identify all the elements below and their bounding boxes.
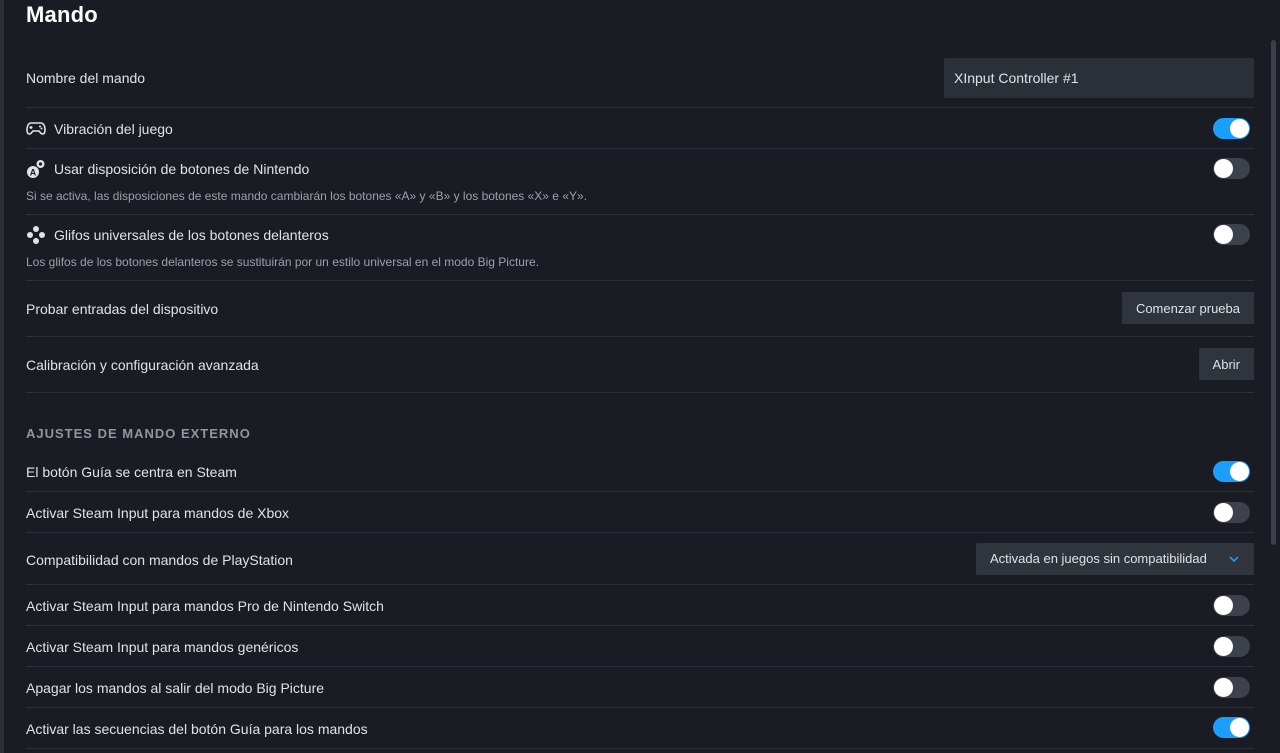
scrollbar[interactable] [1271, 40, 1276, 545]
playstation-row: Compatibilidad con mandos de PlayStation… [26, 533, 1254, 585]
button-layout-icon: A [26, 159, 46, 179]
turn-off-label: Apagar los mandos al salir del modo Big … [26, 680, 325, 696]
toggle-knob [1214, 596, 1233, 615]
guide-focus-toggle[interactable] [1213, 461, 1250, 482]
calibration-row: Calibración y configuración avanzada Abr… [26, 337, 1254, 393]
turn-off-row: Apagar los mandos al salir del modo Big … [26, 667, 1254, 708]
xbox-input-row: Activar Steam Input para mandos de Xbox [26, 492, 1254, 533]
face-buttons-icon [26, 225, 46, 245]
generic-input-label: Activar Steam Input para mandos genérico… [26, 639, 299, 655]
universal-glyphs-toggle[interactable] [1213, 224, 1250, 245]
universal-glyphs-label: Glifos universales de los botones delant… [54, 227, 329, 243]
toggle-knob [1214, 503, 1233, 522]
generic-input-row: Activar Steam Input para mandos genérico… [26, 626, 1254, 667]
guide-chords-row: Activar las secuencias del botón Guía pa… [26, 708, 1254, 749]
switch-pro-label: Activar Steam Input para mandos Pro de N… [26, 598, 384, 614]
turn-off-toggle[interactable] [1213, 677, 1250, 698]
playstation-dropdown-value: Activada en juegos sin compatibilidad [990, 551, 1207, 566]
toggle-knob [1214, 637, 1233, 656]
open-calibration-button[interactable]: Abrir [1198, 348, 1254, 380]
toggle-knob [1214, 225, 1233, 244]
calibration-label: Calibración y configuración avanzada [26, 357, 259, 373]
switch-pro-toggle[interactable] [1213, 595, 1250, 616]
test-inputs-label: Probar entradas del dispositivo [26, 301, 219, 317]
vibration-label: Vibración del juego [54, 121, 173, 137]
start-test-button[interactable]: Comenzar prueba [1121, 292, 1254, 324]
nintendo-layout-toggle[interactable] [1213, 158, 1250, 179]
page-title: Mando [26, 2, 98, 27]
controller-name-input[interactable] [944, 58, 1254, 98]
toggle-knob [1230, 718, 1249, 737]
test-inputs-row: Probar entradas del dispositivo Comenzar… [26, 281, 1254, 337]
generic-input-toggle[interactable] [1213, 636, 1250, 657]
setting-row-universal-glyphs: Glifos universales de los botones delant… [26, 215, 1254, 281]
guide-focus-row: El botón Guía se centra en Steam [26, 451, 1254, 492]
toggle-knob [1214, 678, 1233, 697]
xbox-input-toggle[interactable] [1213, 502, 1250, 523]
guide-chords-toggle[interactable] [1213, 717, 1250, 738]
guide-chords-label: Activar las secuencias del botón Guía pa… [26, 721, 368, 737]
svg-text:A: A [30, 168, 37, 178]
playstation-label: Compatibilidad con mandos de PlayStation [26, 552, 293, 568]
controller-name-label: Nombre del mando [26, 70, 146, 86]
toggle-knob [1214, 159, 1233, 178]
setting-row-nintendo-layout: A Usar disposición de botones de Nintend… [26, 149, 1254, 215]
vibration-toggle[interactable] [1213, 118, 1250, 139]
xbox-input-label: Activar Steam Input para mandos de Xbox [26, 505, 290, 521]
playstation-dropdown[interactable]: Activada en juegos sin compatibilidad [976, 543, 1254, 575]
setting-row-vibration: Vibración del juego [26, 108, 1254, 149]
chevron-down-icon [1229, 556, 1239, 563]
gamepad-icon [26, 118, 46, 138]
toggle-knob [1230, 119, 1249, 138]
controller-name-row: Nombre del mando [26, 56, 1254, 108]
guide-focus-label: El botón Guía se centra en Steam [26, 464, 237, 480]
external-settings-header: AJUSTES DE MANDO EXTERNO [26, 426, 251, 441]
toggle-knob [1230, 462, 1249, 481]
switch-pro-row: Activar Steam Input para mandos Pro de N… [26, 585, 1254, 626]
nintendo-layout-description: Si se activa, las disposiciones de este … [26, 189, 587, 203]
settings-page: Mando Nombre del mando Vibración del jue… [0, 0, 1280, 753]
left-edge-divider [0, 0, 4, 753]
universal-glyphs-description: Los glifos de los botones delanteros se … [26, 255, 539, 269]
nintendo-layout-label: Usar disposición de botones de Nintendo [54, 161, 310, 177]
